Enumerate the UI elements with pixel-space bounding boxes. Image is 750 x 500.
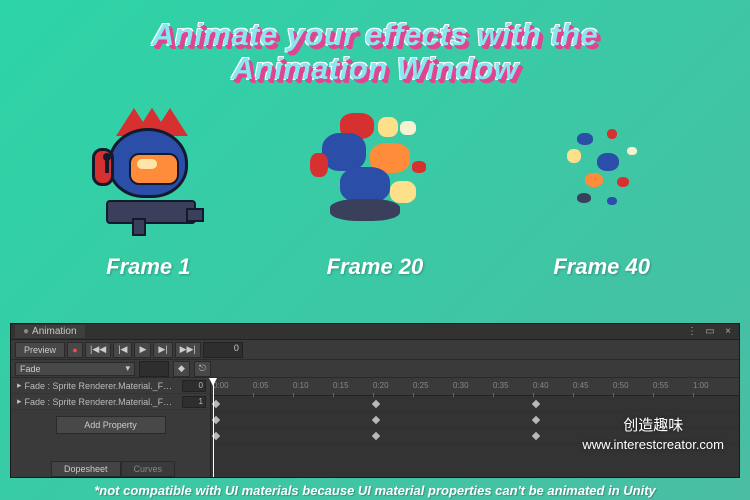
dissolve-speck-icon — [577, 133, 593, 145]
play-button[interactable]: ▶ — [134, 342, 151, 358]
ruler-tick: 0:25 — [413, 381, 429, 390]
frame-1: Frame 1 — [68, 98, 228, 280]
summary-track[interactable] — [211, 396, 739, 412]
property-value-field[interactable]: 1 — [182, 396, 206, 408]
current-frame-field[interactable]: 0 — [203, 342, 243, 358]
character-antenna-icon — [105, 159, 109, 173]
first-frame-button[interactable]: |◀◀ — [85, 342, 111, 358]
animation-window: ● Animation ⋮ ▭ × Preview ● |◀◀ |◀ ▶ ▶| … — [10, 323, 740, 478]
keyframe-icon[interactable] — [532, 416, 540, 424]
ruler-tick: 0:10 — [293, 381, 309, 390]
character-visor-icon — [129, 153, 179, 185]
ruler-tick: 0:15 — [333, 381, 349, 390]
ruler-tick: 0:20 — [373, 381, 389, 390]
dissolve-blob-icon — [340, 167, 390, 203]
next-key-button[interactable]: ▶| — [153, 342, 172, 358]
sprite-frame-1 — [68, 98, 228, 248]
playhead-icon[interactable] — [213, 378, 214, 477]
dissolve-blob-icon — [400, 121, 416, 135]
samples-field[interactable] — [139, 361, 169, 377]
property-row[interactable]: ▸ Fade : Sprite Renderer.Material._F… 0 — [11, 378, 210, 394]
dissolve-speck-icon — [585, 173, 603, 187]
dissolve-blob-icon — [378, 117, 398, 137]
window-close-icon[interactable]: × — [721, 326, 735, 337]
keyframe-icon[interactable] — [372, 416, 380, 424]
animation-tab[interactable]: ● Animation — [15, 325, 85, 338]
hero-line1: Animate your effects with the — [0, 18, 750, 52]
window-menu-icon[interactable]: ⋮ — [685, 326, 699, 337]
curves-tab[interactable]: Curves — [121, 461, 176, 477]
ruler-tick: 0:30 — [453, 381, 469, 390]
dissolve-blob-icon — [322, 133, 366, 171]
property-row[interactable]: ▸ Fade : Sprite Renderer.Material._F… 1 — [11, 394, 210, 410]
window-maximize-icon[interactable]: ▭ — [703, 326, 717, 337]
timeline-ruler[interactable]: 0:00 0:05 0:10 0:15 0:20 0:25 0:30 0:35 … — [211, 378, 739, 396]
character-gun-icon — [106, 200, 196, 224]
dissolve-speck-icon — [567, 149, 581, 163]
dissolve-speck-icon — [617, 177, 629, 187]
property-value-field[interactable]: 0 — [182, 380, 206, 392]
property-panel: ▸ Fade : Sprite Renderer.Material._F… 0 … — [11, 378, 211, 477]
clip-row: Fade ▾ ◆ ⎋ — [11, 360, 739, 378]
clip-select[interactable]: Fade ▾ — [15, 362, 135, 376]
frames-row: Frame 1 Frame 20 — [0, 86, 750, 280]
ruler-tick: 1:00 — [693, 381, 709, 390]
ruler-tick: 0:40 — [533, 381, 549, 390]
property-name: Fade : Sprite Renderer.Material._F… — [25, 381, 173, 391]
frame-40-label: Frame 40 — [553, 254, 650, 280]
dissolve-speck-icon — [607, 129, 617, 139]
ruler-tick: 0:50 — [613, 381, 629, 390]
dissolve-speck-icon — [627, 147, 637, 155]
ruler-tick: 0:05 — [253, 381, 269, 390]
watermark-url: www.interestcreator.com — [582, 436, 724, 454]
animation-titlebar: ● Animation ⋮ ▭ × — [11, 324, 739, 340]
chevron-down-icon: ▾ — [125, 363, 130, 374]
bottom-tabs: Dopesheet Curves — [11, 459, 210, 477]
animation-tab-icon: ● — [23, 326, 29, 337]
dissolve-blob-icon — [330, 199, 400, 221]
dopesheet-tab[interactable]: Dopesheet — [51, 461, 121, 477]
frame-20-label: Frame 20 — [327, 254, 424, 280]
animation-tab-label: Animation — [32, 326, 76, 337]
ruler-tick: 0:45 — [573, 381, 589, 390]
property-name: Fade : Sprite Renderer.Material._F… — [25, 397, 173, 407]
add-keyframe-button[interactable]: ◆ — [173, 361, 190, 377]
watermark-cn: 创造趣味 — [582, 415, 724, 436]
sprite-frame-40 — [522, 98, 682, 248]
expand-icon[interactable]: ▸ — [17, 380, 22, 391]
prev-key-button[interactable]: |◀ — [113, 342, 132, 358]
character-head-icon — [108, 128, 188, 198]
frame-40: Frame 40 — [522, 98, 682, 280]
preview-button[interactable]: Preview — [15, 342, 65, 358]
frame-1-label: Frame 1 — [106, 254, 190, 280]
character-earpiece-icon — [92, 148, 114, 186]
ruler-tick: 0:35 — [493, 381, 509, 390]
last-frame-button[interactable]: ▶▶| — [175, 342, 201, 358]
hero-line2: Animation Window — [0, 52, 750, 86]
keyframe-icon[interactable] — [532, 432, 540, 440]
dissolve-blob-icon — [390, 181, 416, 203]
expand-icon[interactable]: ▸ — [17, 396, 22, 407]
dissolve-speck-icon — [597, 153, 619, 171]
dissolve-speck-icon — [607, 197, 617, 205]
footnote: *not compatible with UI materials becaus… — [0, 483, 750, 498]
hero-title: Animate your effects with the Animation … — [0, 0, 750, 86]
keyframe-icon[interactable] — [372, 432, 380, 440]
dissolve-blob-icon — [412, 161, 426, 173]
keyframe-icon[interactable] — [372, 400, 380, 408]
add-event-button[interactable]: ⎋ — [194, 361, 211, 377]
keyframe-icon[interactable] — [532, 400, 540, 408]
sprite-frame-20 — [295, 98, 455, 248]
character-gun-mag-icon — [132, 218, 146, 236]
ruler-tick: 0:55 — [653, 381, 669, 390]
dissolve-speck-icon — [577, 193, 591, 203]
clip-name: Fade — [20, 364, 41, 374]
frame-20: Frame 20 — [295, 98, 455, 280]
add-property-button[interactable]: Add Property — [56, 416, 166, 434]
dissolve-blob-icon — [310, 153, 328, 177]
watermark: 创造趣味 www.interestcreator.com — [582, 415, 724, 454]
record-button[interactable]: ● — [67, 342, 83, 358]
animation-toolbar: Preview ● |◀◀ |◀ ▶ ▶| ▶▶| 0 — [11, 340, 739, 360]
